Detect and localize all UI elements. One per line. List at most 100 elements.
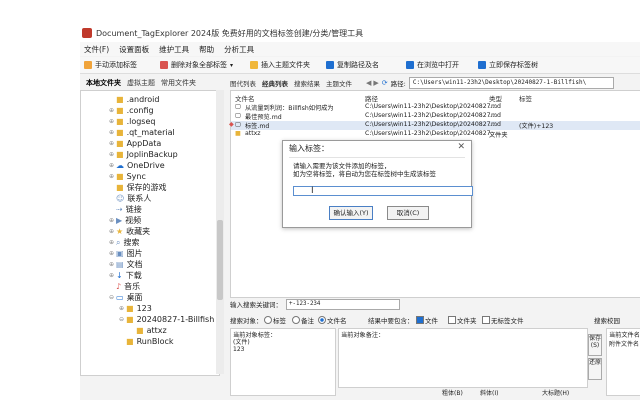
tree-item[interactable]: ⊖ ■ 20240827-1-Billfish bbox=[117, 314, 214, 325]
tree-item[interactable]: ⊕ ■ JoplinBackup bbox=[107, 149, 178, 160]
open-in-explorer-button[interactable]: 在浏览中打开 bbox=[406, 60, 459, 70]
tree-item[interactable]: ⊕ ★ 收藏夹 bbox=[107, 226, 150, 237]
save-note-button[interactable]: 保存 (S) bbox=[588, 334, 602, 356]
confirm-button[interactable]: 确认输入(Y) bbox=[329, 206, 373, 220]
table-row[interactable]: ▢ 最佳预览.md C:\Users\win11-23h2\Desktop\20… bbox=[231, 112, 640, 121]
table-row[interactable]: ■ attxz C:\Users\win11-23h2\Desktop\2024… bbox=[231, 130, 640, 139]
expand-toggle-icon[interactable]: ⊕ bbox=[107, 129, 116, 136]
col-tag[interactable]: 标签 bbox=[519, 93, 532, 103]
checkbox-folder[interactable]: 文件夹 bbox=[448, 315, 477, 325]
expand-toggle-icon[interactable]: ⊕ bbox=[107, 107, 116, 114]
tree-item-label: 桌面 bbox=[126, 293, 143, 302]
menu-maintenance[interactable]: 维护工具 bbox=[159, 44, 189, 55]
tree-item[interactable]: ■ .android bbox=[107, 94, 159, 105]
expand-toggle-icon[interactable]: ⊖ bbox=[107, 294, 116, 301]
col-type[interactable]: 类型 bbox=[489, 93, 502, 103]
tree-item[interactable]: ⊕ ▣ 图片 bbox=[107, 248, 143, 259]
tree-item[interactable]: ⊕ ▶ 视频 bbox=[107, 215, 141, 226]
current-notes-pane[interactable]: 当前对象备注： bbox=[338, 328, 588, 388]
col-path[interactable]: 路径 bbox=[365, 93, 378, 103]
current-tags-pane[interactable]: 当前对象标签： (文件) 123 bbox=[230, 328, 336, 396]
tree-item[interactable]: ⊕ ■ Sync bbox=[107, 171, 146, 182]
nav-back-icon[interactable]: ◀ bbox=[366, 79, 371, 87]
checkbox-file[interactable]: 文件 bbox=[416, 315, 438, 325]
tree-item[interactable]: ■ RunBlock bbox=[117, 336, 174, 347]
expand-toggle-icon[interactable]: ⊕ bbox=[107, 250, 116, 257]
expand-toggle-icon[interactable]: ⊕ bbox=[107, 239, 116, 246]
radio-tag[interactable]: 标签 bbox=[264, 315, 286, 325]
tree-item[interactable]: ⊖ ▭ 桌面 bbox=[107, 292, 143, 303]
expand-toggle-icon[interactable]: ⊕ bbox=[107, 272, 116, 279]
tree-item[interactable]: ⊕ ↓ 下载 bbox=[107, 270, 142, 281]
expand-toggle-icon[interactable]: ⊕ bbox=[107, 228, 116, 235]
tab-search-results[interactable]: 搜索结果 bbox=[294, 78, 320, 88]
tree-item[interactable]: ⊕ ■ .config bbox=[107, 105, 154, 116]
tree-item[interactable]: ⊕ ▤ 文档 bbox=[107, 259, 143, 270]
tab-local-folders[interactable]: 本地文件夹 bbox=[86, 78, 121, 88]
radio-filename[interactable]: 文件名 bbox=[318, 315, 347, 325]
expand-toggle-icon[interactable]: ⊕ bbox=[107, 118, 116, 125]
table-row[interactable]: ◆ ▢ 标签.md C:\Users\win11-23h2\Desktop\20… bbox=[229, 121, 640, 130]
restore-note-button[interactable]: 还原 bbox=[588, 358, 602, 380]
tab-topic-files[interactable]: 主题文件 bbox=[326, 78, 352, 88]
bold-button[interactable]: 粗体(B) bbox=[442, 388, 463, 397]
tag-icon bbox=[84, 61, 92, 69]
menu-settings[interactable]: 设置面板 bbox=[119, 44, 149, 55]
folder-icon: ■ bbox=[126, 304, 134, 313]
cancel-button[interactable]: 取消(C) bbox=[387, 206, 429, 220]
expand-toggle-icon[interactable]: ⊕ bbox=[107, 140, 116, 147]
chevron-down-icon[interactable]: ▾ bbox=[230, 62, 233, 69]
checkbox-untagged[interactable]: 无标签文件 bbox=[482, 315, 524, 325]
tree-item[interactable]: ♪ 音乐 bbox=[107, 281, 140, 292]
expand-toggle-icon[interactable]: ⊕ bbox=[107, 162, 116, 169]
tree-item[interactable]: ⇢ 链接 bbox=[107, 204, 142, 215]
col-filename[interactable]: 文件名 bbox=[235, 93, 255, 103]
tree-item[interactable]: ⊕ ■ AppData bbox=[107, 138, 161, 149]
menu-file[interactable]: 文件(F) bbox=[84, 44, 109, 55]
tree-item[interactable]: ⊕ ⌕ 搜索 bbox=[107, 237, 140, 248]
folder-icon: ■ bbox=[116, 106, 124, 115]
tree-item[interactable]: ■ 保存的游戏 bbox=[107, 182, 167, 193]
tree-item[interactable]: ⊕ ■ .logseq bbox=[107, 116, 155, 127]
expand-toggle-icon[interactable]: ⊕ bbox=[107, 173, 116, 180]
heading-button[interactable]: 大标题(H) bbox=[542, 388, 569, 397]
tab-virtual-topics[interactable]: 虚拟主题 bbox=[127, 78, 155, 88]
nav-forward-icon[interactable]: ▶ bbox=[373, 79, 378, 87]
expand-toggle-icon[interactable]: ⊖ bbox=[117, 316, 126, 323]
address-input[interactable]: C:\Users\win11-23h2\Desktop\20240827-1-B… bbox=[408, 76, 614, 89]
scrollbar-thumb[interactable] bbox=[217, 220, 223, 300]
tab-classic-list[interactable]: 经典列表 bbox=[262, 78, 288, 88]
tree-item[interactable]: ⊕ ■ .qt_material bbox=[107, 127, 175, 138]
save-tag-tree-button[interactable]: 立即保存标签树 bbox=[478, 60, 538, 70]
tree-scrollbar[interactable] bbox=[216, 90, 224, 374]
radio-note[interactable]: 备注 bbox=[292, 315, 314, 325]
table-row[interactable]: ▢ 从流量到利润：Billfish如何成为 C:\Users\win11-23h… bbox=[231, 103, 640, 112]
tag-input[interactable] bbox=[293, 186, 473, 196]
file-icon: ▢ bbox=[235, 103, 241, 110]
filename-pane[interactable]: 当前文件名 附件文件名 bbox=[606, 328, 640, 396]
desktop-icon: ▭ bbox=[116, 293, 124, 302]
tree-item[interactable]: ⊕ ■ 123 bbox=[117, 303, 152, 314]
search-keyword-input[interactable]: +-123-234 bbox=[286, 298, 400, 310]
add-tag-button[interactable]: 手动添加标签 bbox=[84, 60, 137, 70]
expand-toggle-icon[interactable]: ⊕ bbox=[117, 305, 126, 312]
menu-analysis[interactable]: 分析工具 bbox=[224, 44, 254, 55]
tree-item[interactable]: ■ attxz bbox=[127, 325, 167, 336]
tab-thumbnail-list[interactable]: 图代列表 bbox=[230, 78, 256, 88]
expand-toggle-icon[interactable]: ⊕ bbox=[107, 261, 116, 268]
delete-all-tags-button[interactable]: 删除对象全部标签 ▾ bbox=[160, 60, 233, 70]
tree-item-label: 音乐 bbox=[124, 282, 141, 291]
tab-common-folders[interactable]: 常用文件夹 bbox=[161, 78, 196, 88]
copy-path-button[interactable]: 复制路径及名 bbox=[326, 60, 379, 70]
tree-item-label: 搜索 bbox=[123, 238, 140, 247]
insert-topic-folder-button[interactable]: 插入主题文件夹 bbox=[250, 60, 310, 70]
refresh-icon[interactable]: ⟳ bbox=[382, 79, 388, 87]
italic-button[interactable]: 斜体(I) bbox=[480, 388, 498, 397]
tree-item[interactable]: ⊕ ☁ OneDrive bbox=[107, 160, 165, 171]
expand-toggle-icon[interactable]: ⊕ bbox=[107, 151, 116, 158]
menu-help[interactable]: 帮助 bbox=[199, 44, 214, 55]
expand-toggle-icon[interactable]: ⊕ bbox=[107, 217, 116, 224]
close-icon[interactable]: ✕ bbox=[457, 142, 465, 152]
tree-item[interactable]: ☺ 联系人 bbox=[107, 193, 151, 204]
radio-icon bbox=[264, 316, 272, 324]
